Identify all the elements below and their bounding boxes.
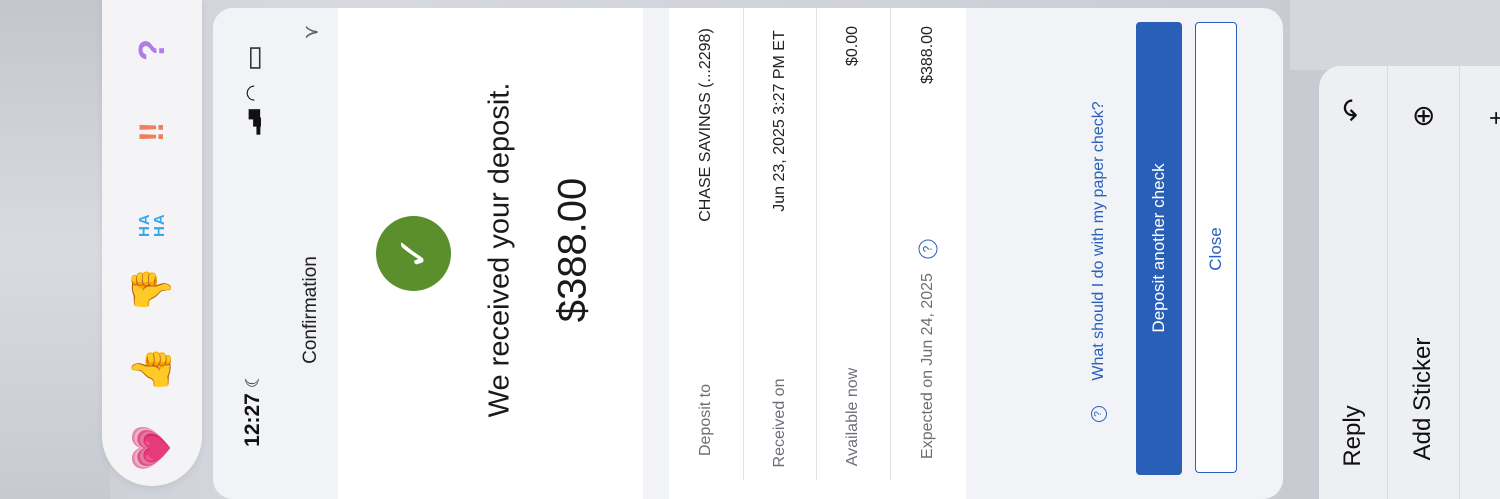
- thumbs-up-reaction-icon[interactable]: 👍: [131, 346, 173, 393]
- menu-item-add-sticker[interactable]: ⊕ Add Sticker: [1388, 66, 1459, 499]
- deposit-another-check-button[interactable]: Deposit another check: [1136, 22, 1182, 475]
- moon-icon: ☾: [242, 371, 263, 389]
- paper-check-help-link[interactable]: What should I do with my paper check?: [1090, 101, 1108, 380]
- more-option-icon[interactable]: +: [1483, 111, 1500, 125]
- detail-value-available-amount: $0.00: [844, 25, 861, 67]
- cellular-signal-icon: ▂▄▆: [245, 111, 260, 135]
- detail-value-expected-amount: $388.00: [919, 26, 936, 84]
- deposit-amount: $388.00: [550, 177, 595, 323]
- heart-reaction-icon[interactable]: 💗: [131, 424, 173, 471]
- add-sticker-label: Add Sticker: [1409, 337, 1436, 461]
- message-screenshot-card[interactable]: 12:27 ☾ ▂▄▆ ◠ ▭ Confirmation ⋎ ✓ We rece…: [213, 8, 1283, 499]
- battery-icon: ▭: [237, 44, 269, 72]
- deposit-another-check-label: Deposit another check: [1149, 163, 1168, 333]
- menu-divider: [1459, 66, 1460, 499]
- detail-value-account: CHASE SAVINGS (...2298): [697, 28, 714, 222]
- page-title: Confirmation: [300, 256, 321, 364]
- menu-item-reply[interactable]: ↶ Reply: [1319, 66, 1387, 499]
- wifi-icon: ◠: [242, 85, 265, 101]
- close-button-label: Close: [1206, 227, 1225, 271]
- detail-label-deposit-to: Deposit to: [697, 383, 714, 457]
- sticker-icon: ⊕: [1407, 104, 1439, 128]
- haha-reaction-icon[interactable]: HA HA: [136, 187, 168, 237]
- help-icon[interactable]: ?: [1091, 406, 1107, 422]
- confirmation-message: We received your deposit.: [483, 82, 516, 418]
- close-button[interactable]: Close: [1195, 22, 1237, 473]
- row-divider: [816, 8, 817, 480]
- exclamation-reaction-icon[interactable]: ‼: [133, 122, 171, 143]
- background-blur-top-right: [1290, 0, 1500, 70]
- deposit-details-table: Deposit to CHASE SAVINGS (...2298) Recei…: [669, 8, 966, 499]
- row-divider: [890, 8, 891, 480]
- thumbs-down-reaction-icon[interactable]: 👎: [131, 266, 173, 313]
- clock-time: 12:27: [241, 393, 264, 447]
- checkmark-icon: ✓: [389, 235, 437, 271]
- reply-icon: ↶: [1337, 98, 1369, 122]
- success-check-badge: ✓: [376, 216, 451, 291]
- detail-label-received-on: Received on: [771, 378, 788, 468]
- info-icon[interactable]: ?: [918, 239, 938, 259]
- context-menu: ↶ Reply ⊕ Add Sticker +: [1319, 66, 1500, 499]
- share-icon[interactable]: ⋎: [299, 25, 324, 40]
- status-bar: 12:27 ☾ ▂▄▆ ◠ ▭ Confirmation ⋎: [213, 8, 338, 499]
- reaction-bar: 💗 👍 👎 HA HA ‼ ?: [102, 0, 202, 486]
- detail-value-received-date: Jun 23, 2025 3:27 PM ET: [771, 30, 788, 212]
- background-blur: [0, 0, 110, 499]
- detail-label-available-now: Available now: [844, 367, 861, 467]
- detail-label-expected-on: Expected on Jun 24, 2025: [919, 273, 936, 459]
- row-divider: [743, 8, 744, 480]
- reply-label: Reply: [1339, 405, 1366, 467]
- question-reaction-icon[interactable]: ?: [131, 39, 172, 61]
